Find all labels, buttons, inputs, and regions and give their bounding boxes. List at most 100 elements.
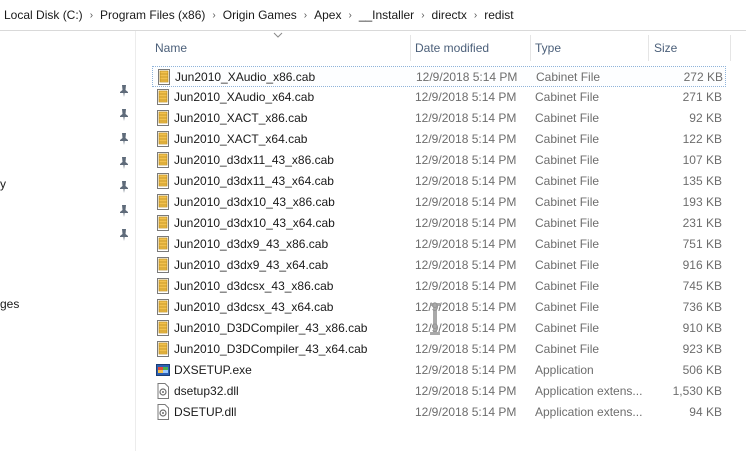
navigation-pane: y ges xyxy=(0,31,136,451)
chevron-right-icon[interactable]: › xyxy=(208,10,219,21)
file-name: Jun2010_d3dx9_43_x64.cab xyxy=(174,258,329,272)
breadcrumb[interactable]: Local Disk (C:) › Program Files (x86) › Orig… xyxy=(0,0,746,31)
file-size: 135 KB xyxy=(682,174,722,188)
column-divider[interactable] xyxy=(730,35,731,61)
file-row[interactable]: DXSETUP.exe 12/9/2018 5:14 PM Application 5… xyxy=(152,360,726,381)
chevron-right-icon[interactable]: › xyxy=(470,10,481,21)
file-name: dsetup32.dll xyxy=(174,384,239,398)
column-divider[interactable] xyxy=(648,35,649,61)
file-name: Jun2010_d3dx11_43_x86.cab xyxy=(174,153,334,167)
file-size: 92 KB xyxy=(689,111,722,125)
file-type: Cabinet File xyxy=(535,279,600,293)
pin-icon[interactable] xyxy=(118,204,130,218)
file-size: 193 KB xyxy=(682,195,722,209)
pin-icon[interactable] xyxy=(118,156,130,170)
file-name: Jun2010_XACT_x64.cab xyxy=(174,132,308,146)
breadcrumb-item[interactable]: directx xyxy=(429,8,470,22)
pin-icon[interactable] xyxy=(118,132,130,146)
file-size: 923 KB xyxy=(682,342,722,356)
application-icon xyxy=(156,362,170,378)
cabinet-file-icon xyxy=(156,278,170,294)
file-name: Jun2010_D3DCompiler_43_x86.cab xyxy=(174,321,368,335)
pin-icon[interactable] xyxy=(118,84,130,98)
file-size: 94 KB xyxy=(689,405,722,419)
file-row[interactable]: Jun2010_XACT_x64.cab 12/9/2018 5:14 PM Cab… xyxy=(152,129,726,150)
file-row[interactable]: dsetup32.dll 12/9/2018 5:14 PM Application… xyxy=(152,381,726,402)
mouse-cursor-icon xyxy=(430,303,440,335)
cabinet-file-icon xyxy=(157,69,171,85)
breadcrumb-item[interactable]: Origin Games xyxy=(220,8,300,22)
file-date-modified: 12/9/2018 5:14 PM xyxy=(415,216,517,230)
file-type: Application extens... xyxy=(535,405,643,419)
file-type: Cabinet File xyxy=(535,195,600,209)
chevron-right-icon[interactable]: › xyxy=(300,10,311,21)
file-date-modified: 12/9/2018 5:14 PM xyxy=(416,70,518,84)
file-size: 910 KB xyxy=(682,321,722,335)
cabinet-file-icon xyxy=(156,173,170,189)
pin-icon[interactable] xyxy=(118,228,130,242)
file-row[interactable]: Jun2010_d3dx11_43_x86.cab 12/9/2018 5:14 … xyxy=(152,150,726,171)
column-header-size[interactable]: Size xyxy=(654,41,677,55)
file-row[interactable]: Jun2010_d3dcsx_43_x86.cab 12/9/2018 5:14 … xyxy=(152,276,726,297)
file-row[interactable]: Jun2010_d3dx9_43_x86.cab 12/9/2018 5:14 P… xyxy=(152,234,726,255)
column-header-date[interactable]: Date modified xyxy=(415,41,489,55)
file-size: 107 KB xyxy=(682,153,722,167)
file-row[interactable]: Jun2010_XAudio_x64.cab 12/9/2018 5:14 PM C… xyxy=(152,87,726,108)
chevron-right-icon[interactable]: › xyxy=(86,10,97,21)
pin-icon[interactable] xyxy=(118,180,130,194)
column-header-type[interactable]: Type xyxy=(535,41,561,55)
file-date-modified: 12/9/2018 5:14 PM xyxy=(415,195,517,209)
cabinet-file-icon xyxy=(156,215,170,231)
file-type: Application extens... xyxy=(535,384,643,398)
column-header-name[interactable]: Name xyxy=(155,41,187,55)
file-type: Cabinet File xyxy=(535,111,600,125)
cabinet-file-icon xyxy=(156,299,170,315)
file-size: 272 KB xyxy=(683,70,723,84)
breadcrumb-item[interactable]: Local Disk (C:) xyxy=(0,8,86,22)
column-divider[interactable] xyxy=(410,35,411,61)
file-name: Jun2010_XAudio_x64.cab xyxy=(174,90,315,104)
file-type: Cabinet File xyxy=(535,153,600,167)
file-size: 122 KB xyxy=(682,132,722,146)
file-row[interactable]: DSETUP.dll 12/9/2018 5:14 PM Application e… xyxy=(152,402,726,423)
pin-icon[interactable] xyxy=(118,108,130,122)
breadcrumb-item[interactable]: __Installer xyxy=(356,8,417,22)
file-name: Jun2010_XACT_x86.cab xyxy=(174,111,308,125)
file-row[interactable]: Jun2010_d3dx9_43_x64.cab 12/9/2018 5:14 P… xyxy=(152,255,726,276)
file-row[interactable]: Jun2010_D3DCompiler_43_x64.cab 12/9/2018 … xyxy=(152,339,726,360)
nav-item-partial[interactable]: ges xyxy=(0,297,19,311)
breadcrumb-item[interactable]: redist xyxy=(481,8,516,22)
file-size: 751 KB xyxy=(682,237,722,251)
file-name: DSETUP.dll xyxy=(174,405,237,419)
dll-file-icon xyxy=(156,404,170,420)
file-row[interactable]: Jun2010_d3dx10_43_x86.cab 12/9/2018 5:14 … xyxy=(152,192,726,213)
file-size: 745 KB xyxy=(682,279,722,293)
file-date-modified: 12/9/2018 5:14 PM xyxy=(415,279,517,293)
cabinet-file-icon xyxy=(156,236,170,252)
column-divider[interactable] xyxy=(530,35,531,61)
file-name: DXSETUP.exe xyxy=(174,363,252,377)
file-name: Jun2010_d3dx11_43_x64.cab xyxy=(174,174,334,188)
file-type: Cabinet File xyxy=(536,70,601,84)
file-date-modified: 12/9/2018 5:14 PM xyxy=(415,132,517,146)
cabinet-file-icon xyxy=(156,341,170,357)
file-date-modified: 12/9/2018 5:14 PM xyxy=(415,237,517,251)
chevron-right-icon[interactable]: › xyxy=(417,10,428,21)
nav-item-partial[interactable]: y xyxy=(0,177,6,191)
file-type: Cabinet File xyxy=(535,237,600,251)
breadcrumb-item[interactable]: Program Files (x86) xyxy=(97,8,208,22)
chevron-right-icon[interactable]: › xyxy=(344,10,355,21)
file-name: Jun2010_d3dx10_43_x64.cab xyxy=(174,216,335,230)
file-type: Cabinet File xyxy=(535,342,600,356)
file-row[interactable]: Jun2010_XACT_x86.cab 12/9/2018 5:14 PM Cab… xyxy=(152,108,726,129)
cabinet-file-icon xyxy=(156,320,170,336)
file-row[interactable]: Jun2010_d3dx11_43_x64.cab 12/9/2018 5:14 … xyxy=(152,171,726,192)
file-row[interactable]: Jun2010_XAudio_x86.cab 12/9/2018 5:14 PM C… xyxy=(152,66,726,87)
file-name: Jun2010_d3dcsx_43_x86.cab xyxy=(174,279,334,293)
file-type: Cabinet File xyxy=(535,216,600,230)
file-size: 231 KB xyxy=(682,216,722,230)
file-size: 916 KB xyxy=(682,258,722,272)
breadcrumb-item[interactable]: Apex xyxy=(311,8,344,22)
file-row[interactable]: Jun2010_d3dx10_43_x64.cab 12/9/2018 5:14 … xyxy=(152,213,726,234)
file-date-modified: 12/9/2018 5:14 PM xyxy=(415,153,517,167)
